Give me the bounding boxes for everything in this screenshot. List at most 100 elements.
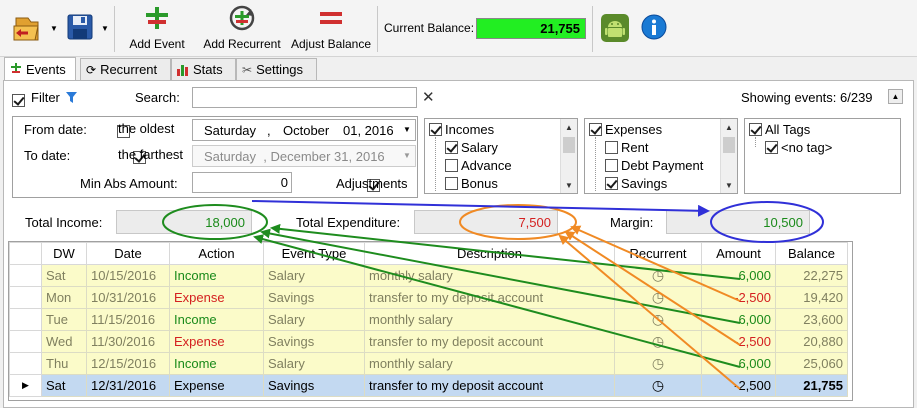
cell-event-type[interactable]: Savings [263,374,365,397]
incomes-header-item[interactable]: Incomes [429,120,494,138]
recurrent-clock-icon[interactable]: ◷ [614,286,702,309]
debt-payment-checkbox[interactable] [605,158,618,172]
expenses-item-rent[interactable]: Rent [605,138,648,156]
column-header-event-type[interactable]: Event Type [263,242,365,265]
table-row[interactable]: Tue 11/15/2016 Income Salary monthly sal… [9,308,848,331]
row-header[interactable] [9,286,42,309]
all-tags-checkbox[interactable] [749,122,762,136]
column-header-amount[interactable]: Amount [701,242,776,265]
table-row[interactable]: Thu 12/15/2016 Income Salary monthly sal… [9,352,848,375]
cell-date[interactable]: 11/30/2016 [86,330,170,353]
cell-amount[interactable]: -2,500 [701,330,776,353]
salary-checkbox[interactable] [445,140,458,154]
cell-description[interactable]: transfer to my deposit account [364,286,615,309]
incomes-header-checkbox[interactable] [429,122,442,136]
cell-action[interactable]: Income [169,352,264,375]
table-row[interactable]: Sat 10/15/2016 Income Salary monthly sal… [9,264,848,287]
bonus-checkbox[interactable] [445,176,458,190]
cell-date[interactable]: 10/31/2016 [86,286,170,309]
cell-action[interactable]: Expense [169,286,264,309]
cell-event-type[interactable]: Savings [263,330,365,353]
column-header-recurrent[interactable]: Recurrent [614,242,702,265]
adjust-balance-button[interactable]: Adjust Balance [290,3,372,55]
cell-dw[interactable]: Wed [41,330,87,353]
cell-amount[interactable]: 6,000 [701,352,776,375]
expenses-scrollbar[interactable]: ▲ ▼ [720,119,737,193]
tags-header-item[interactable]: All Tags [749,120,810,138]
from-date-dropdown-icon[interactable]: ▼ [403,125,411,134]
cell-date[interactable]: 10/15/2016 [86,264,170,287]
recurrent-clock-icon[interactable]: ◷ [614,352,702,375]
cell-event-type[interactable]: Salary [263,352,365,375]
table-row[interactable]: Mon 10/31/2016 Expense Savings transfer … [9,286,848,309]
clear-x-icon[interactable]: ✕ [422,88,435,106]
expenses-list[interactable]: Expenses Rent Debt Payment Savings ▲ ▼ [584,118,738,194]
cell-description[interactable]: monthly salary [364,264,615,287]
column-header-balance[interactable]: Balance [775,242,848,265]
min-abs-amount-input[interactable] [192,172,292,193]
events-grid[interactable]: DW Date Action Event Type Description Re… [8,241,853,401]
recurrent-clock-icon[interactable]: ◷ [614,308,702,331]
no-tag-checkbox[interactable] [765,140,778,154]
tags-item-no-tag[interactable]: <no tag> [765,138,832,156]
expenses-header-item[interactable]: Expenses [589,120,662,138]
incomes-item-advance[interactable]: Advance [445,156,512,174]
row-header[interactable] [9,264,42,287]
cell-dw[interactable]: Thu [41,352,87,375]
scroll-thumb[interactable] [723,137,735,153]
open-dropdown-icon[interactable]: ▼ [50,24,58,33]
cell-amount[interactable]: -2,500 [701,374,776,397]
cell-dw[interactable]: Sat [41,264,87,287]
cell-balance[interactable]: 22,275 [775,264,848,287]
tab-events[interactable]: Events [4,57,76,80]
cell-event-type[interactable]: Salary [263,308,365,331]
scroll-up-icon[interactable]: ▲ [561,119,577,135]
cell-date[interactable]: 12/15/2016 [86,352,170,375]
scroll-down-icon[interactable]: ▼ [721,177,737,193]
save-dropdown-icon[interactable]: ▼ [101,24,109,33]
add-event-button[interactable]: Add Event [124,3,190,55]
incomes-item-salary[interactable]: Salary [445,138,498,156]
cell-description[interactable]: monthly salary [364,352,615,375]
from-date-picker[interactable]: Saturday , October 01, 2016 ▼ [192,119,416,141]
cell-action[interactable]: Income [169,308,264,331]
incomes-item-bonus[interactable]: Bonus [445,174,498,192]
cell-balance[interactable]: 25,060 [775,352,848,375]
cell-amount[interactable]: 6,000 [701,264,776,287]
scroll-thumb[interactable] [563,137,575,153]
add-recurrent-button[interactable]: Add Recurrent [200,3,284,55]
expenses-header-checkbox[interactable] [589,122,602,136]
row-header-current-icon[interactable]: ▶ [9,374,42,397]
column-header-date[interactable]: Date [86,242,170,265]
recurrent-clock-icon[interactable]: ◷ [614,264,702,287]
cell-event-type[interactable]: Salary [263,264,365,287]
cell-description[interactable]: transfer to my deposit account [364,374,615,397]
android-icon[interactable] [600,13,630,43]
to-date-picker[interactable]: Saturday , December 31, 2016 ▼ [192,145,416,167]
cell-amount[interactable]: -2,500 [701,286,776,309]
cell-dw[interactable]: Sat [41,374,87,397]
savings-checkbox[interactable] [605,176,618,190]
tab-stats[interactable]: Stats [171,58,236,80]
scroll-up-icon[interactable]: ▲ [721,119,737,135]
cell-amount[interactable]: 6,000 [701,308,776,331]
table-row-selected[interactable]: ▶ Sat 12/31/2016 Expense Savings transfe… [9,374,848,397]
cell-action[interactable]: Expense [169,330,264,353]
expenses-item-savings[interactable]: Savings [605,174,667,192]
info-icon[interactable] [641,14,667,40]
incomes-list[interactable]: Incomes Salary Advance Bonus ▲ ▼ [424,118,578,194]
tags-list[interactable]: All Tags <no tag> [744,118,901,194]
cell-description[interactable]: monthly salary [364,308,615,331]
incomes-scrollbar[interactable]: ▲ ▼ [560,119,577,193]
row-header[interactable] [9,352,42,375]
cell-date[interactable]: 12/31/2016 [86,374,170,397]
save-icon[interactable] [66,13,94,41]
column-header-description[interactable]: Description [364,242,615,265]
collapse-up-icon[interactable]: ▲ [888,89,903,104]
expenses-item-debt-payment[interactable]: Debt Payment [605,156,703,174]
cell-balance[interactable]: 19,420 [775,286,848,309]
tab-settings[interactable]: ✂ Settings [236,58,317,80]
scroll-down-icon[interactable]: ▼ [561,177,577,193]
cell-action[interactable]: Expense [169,374,264,397]
cell-date[interactable]: 11/15/2016 [86,308,170,331]
